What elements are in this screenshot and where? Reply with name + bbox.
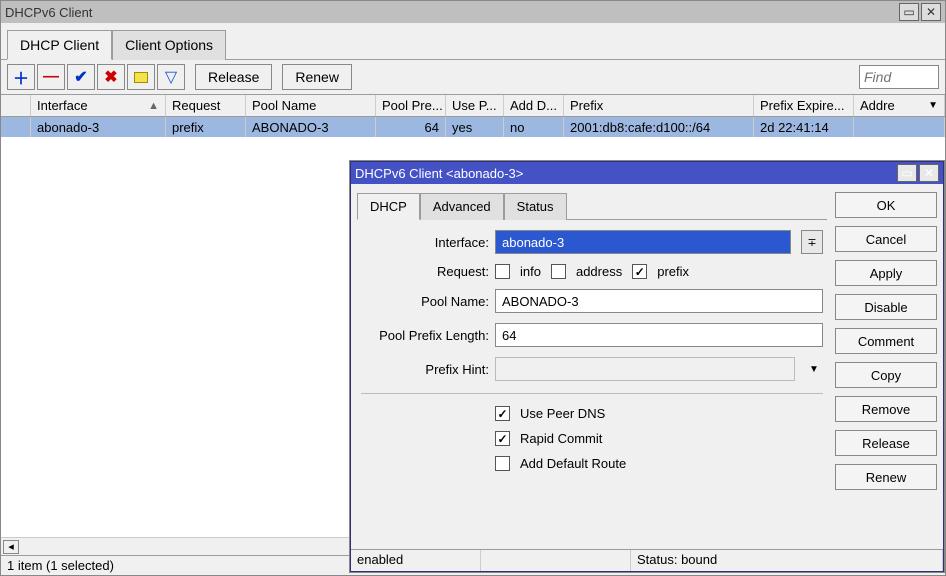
main-titlebar: DHCPv6 Client ▭ ✕ — [1, 1, 945, 23]
dialog-status-enabled: enabled — [351, 550, 481, 571]
request-prefix-checkbox[interactable] — [632, 264, 647, 279]
check-icon: ✔ — [74, 67, 87, 87]
add-default-route-checkbox[interactable] — [495, 456, 510, 471]
prefix-hint-label: Prefix Hint: — [361, 362, 489, 377]
dhcp-client-dialog: DHCPv6 Client <abonado-3> ▭ ✕ DHCP Advan… — [350, 161, 944, 572]
request-address-label: address — [576, 264, 622, 279]
cross-icon: ✖ — [104, 67, 117, 87]
dialog-status-bar: enabled Status: bound — [351, 549, 943, 571]
request-address-checkbox[interactable] — [551, 264, 566, 279]
pool-prefix-length-input[interactable]: 64 — [495, 323, 823, 347]
add-default-route-label: Add Default Route — [520, 456, 626, 471]
apply-button[interactable]: Apply — [835, 260, 937, 286]
release-button[interactable]: Release — [195, 64, 272, 90]
sort-asc-icon: ▲ — [148, 100, 159, 112]
tab-advanced[interactable]: Advanced — [420, 193, 504, 220]
col-pool-name[interactable]: Pool Name — [246, 95, 376, 116]
interface-label: Interface: — [361, 235, 489, 250]
funnel-icon: ▽ — [165, 67, 177, 87]
col-prefix[interactable]: Prefix — [564, 95, 754, 116]
tab-dhcp-client[interactable]: DHCP Client — [7, 30, 112, 60]
dialog-button-column: OK Cancel Apply Disable Comment Copy Rem… — [835, 192, 937, 543]
table-row[interactable]: abonado-3 prefix ABONADO-3 64 yes no 200… — [1, 117, 945, 137]
request-info-checkbox[interactable] — [495, 264, 510, 279]
filter-button[interactable]: ▽ — [157, 64, 185, 90]
renew-btn[interactable]: Renew — [835, 464, 937, 490]
overline-triangle-icon: ∓ — [807, 236, 816, 249]
col-request[interactable]: Request — [166, 95, 246, 116]
dialog-close-button[interactable]: ✕ — [919, 164, 939, 182]
use-peer-dns-checkbox[interactable] — [495, 406, 510, 421]
request-prefix-label: prefix — [657, 264, 689, 279]
ok-button[interactable]: OK — [835, 192, 937, 218]
prefix-hint-input[interactable] — [495, 357, 795, 381]
main-window-title: DHCPv6 Client — [5, 5, 899, 20]
add-button[interactable]: ＋ — [7, 64, 35, 90]
rapid-commit-checkbox[interactable] — [495, 431, 510, 446]
request-label: Request: — [361, 264, 489, 279]
main-minimize-button[interactable]: ▭ — [899, 3, 919, 21]
request-info-label: info — [520, 264, 541, 279]
renew-button[interactable]: Renew — [282, 64, 352, 90]
release-btn[interactable]: Release — [835, 430, 937, 456]
minus-icon: — — [43, 68, 59, 86]
note-icon — [134, 72, 148, 83]
main-tabs: DHCP Client Client Options — [1, 23, 945, 60]
col-addre[interactable]: Addre▼ — [854, 95, 945, 116]
col-add-d[interactable]: Add D... — [504, 95, 564, 116]
scroll-left-icon[interactable]: ◂ — [3, 540, 19, 554]
pool-prefix-length-label: Pool Prefix Length: — [361, 328, 489, 343]
disable-button[interactable]: ✖ — [97, 64, 125, 90]
find-input[interactable] — [859, 65, 939, 89]
copy-button[interactable]: Copy — [835, 362, 937, 388]
dialog-minimize-button[interactable]: ▭ — [897, 164, 917, 182]
col-prefix-expire[interactable]: Prefix Expire... — [754, 95, 854, 116]
dialog-title: DHCPv6 Client <abonado-3> — [355, 166, 897, 181]
comment-button[interactable] — [127, 64, 155, 90]
main-toolbar: ＋ — ✔ ✖ ▽ Release Renew — [1, 60, 945, 95]
pool-name-label: Pool Name: — [361, 294, 489, 309]
dialog-status-bound: Status: bound — [631, 550, 943, 571]
interface-select[interactable]: abonado-3 — [495, 230, 791, 254]
main-close-button[interactable]: ✕ — [921, 3, 941, 21]
use-peer-dns-label: Use Peer DNS — [520, 406, 605, 421]
dialog-titlebar[interactable]: DHCPv6 Client <abonado-3> ▭ ✕ — [351, 162, 943, 184]
remove-button[interactable]: — — [37, 64, 65, 90]
cancel-button[interactable]: Cancel — [835, 226, 937, 252]
disable-button[interactable]: Disable — [835, 294, 937, 320]
remove-btn[interactable]: Remove — [835, 396, 937, 422]
col-use-p[interactable]: Use P... — [446, 95, 504, 116]
form-divider — [361, 393, 823, 394]
tab-status[interactable]: Status — [504, 193, 567, 220]
col-interface[interactable]: Interface▲ — [31, 95, 166, 116]
prefix-hint-expand-icon[interactable]: ▼ — [805, 364, 823, 375]
plus-icon: ＋ — [13, 65, 29, 89]
enable-button[interactable]: ✔ — [67, 64, 95, 90]
comment-btn[interactable]: Comment — [835, 328, 937, 354]
dialog-tabs: DHCP Advanced Status — [357, 192, 827, 220]
interface-dropdown-button[interactable]: ∓ — [801, 230, 823, 254]
pool-name-input[interactable]: ABONADO-3 — [495, 289, 823, 313]
tab-client-options[interactable]: Client Options — [112, 30, 226, 60]
table-header: Interface▲ Request Pool Name Pool Pre...… — [1, 95, 945, 117]
tab-dhcp[interactable]: DHCP — [357, 193, 420, 220]
rapid-commit-label: Rapid Commit — [520, 431, 602, 446]
col-pool-pre[interactable]: Pool Pre... — [376, 95, 446, 116]
column-menu-icon[interactable]: ▼ — [928, 100, 938, 111]
